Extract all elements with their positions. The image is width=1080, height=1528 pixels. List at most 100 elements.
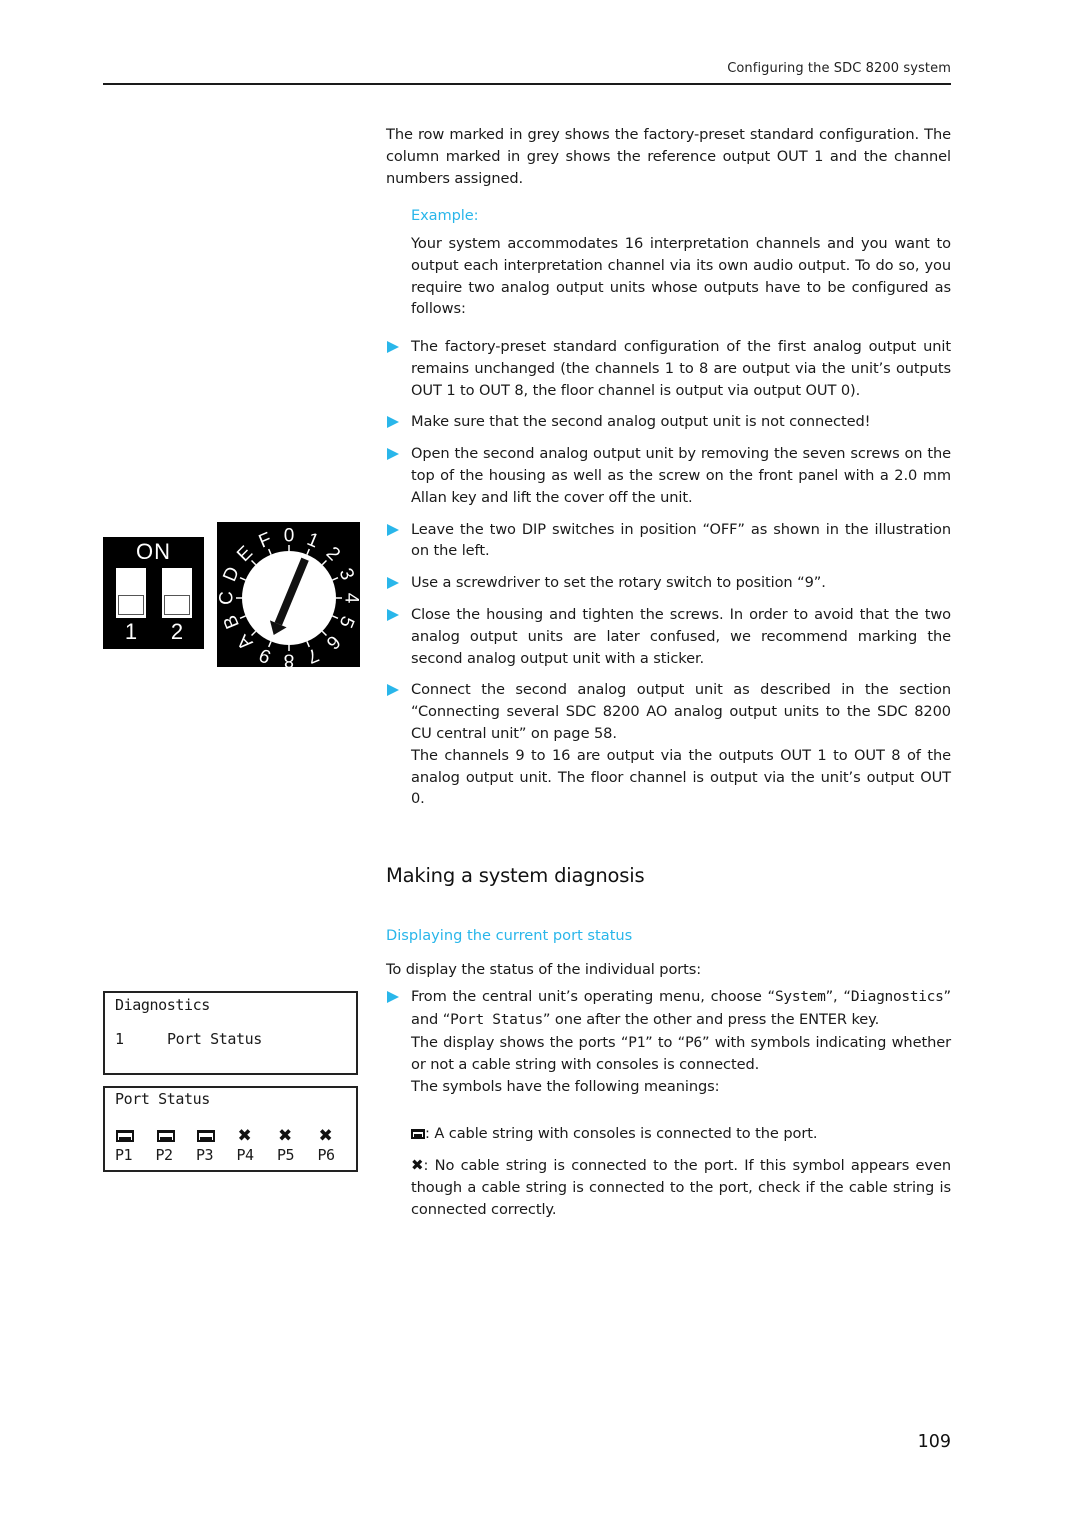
- dip-switch-1: [116, 568, 146, 618]
- dip-switch-1-label: 1: [124, 619, 138, 644]
- rotary-position-label: F: [256, 529, 275, 553]
- example-paragraph: Your system accommodates 16 interpretati…: [411, 235, 951, 318]
- rotary-switch-illustration: 0123456789ABCDEF: [217, 522, 362, 671]
- port-symbol: [116, 1126, 134, 1145]
- example-label: Example:: [411, 207, 479, 224]
- rotary-position-label: B: [220, 612, 244, 632]
- connected-icon: [197, 1130, 215, 1142]
- step-text: Connect the second analog output unit as…: [411, 681, 951, 742]
- menu-diagnostics: Diagnostics: [850, 989, 944, 1005]
- port-status-cell: P3: [196, 1124, 226, 1168]
- step-list: The factory-preset standard configuratio…: [386, 336, 951, 810]
- dip-switch-2-label: 2: [170, 619, 184, 644]
- port-label: P4: [236, 1146, 255, 1164]
- not-connected-icon: ✖: [237, 1126, 252, 1146]
- port-status-row: P1 P2 P3 ✖ P4 ✖ P5 ✖ P6: [115, 1124, 355, 1168]
- not-connected-icon: ✖: [278, 1126, 293, 1146]
- port-symbol: ✖: [319, 1126, 333, 1145]
- legend-connected: : A cable string with consoles is connec…: [386, 1123, 951, 1145]
- rotary-position-label: 4: [341, 593, 361, 604]
- rotary-position-label: 7: [304, 644, 322, 667]
- page-number: 109: [917, 1432, 951, 1452]
- legend-text: : No cable string is connected to the po…: [411, 1157, 951, 1218]
- lcd-port-status-title: Port Status: [115, 1090, 210, 1108]
- port-label: P6: [317, 1146, 336, 1164]
- step-text: The display shows the ports “: [411, 1033, 629, 1051]
- step-text: The factory-preset standard configuratio…: [411, 338, 951, 399]
- step-text: ” to “: [645, 1033, 686, 1051]
- intro-paragraph: The row marked in grey shows the factory…: [386, 126, 951, 187]
- step-item: Make sure that the second analog output …: [386, 411, 951, 433]
- lcd-diagnostics-title: Diagnostics: [115, 996, 210, 1014]
- port-status-cell: ✖ P5: [277, 1124, 307, 1168]
- step-text: Leave the two DIP switches in position “…: [411, 520, 951, 560]
- step-item: Use a screwdriver to set the rotary swit…: [386, 572, 951, 594]
- step-item: Open the second analog output unit by re…: [386, 443, 951, 508]
- legend-text: : A cable string with consoles is connec…: [425, 1125, 818, 1142]
- rotary-position-label: 1: [304, 529, 322, 552]
- diagnosis-step: From the central unit’s operating menu, …: [386, 986, 951, 1098]
- dip-switch-2: [162, 568, 192, 618]
- connected-icon: [116, 1130, 134, 1142]
- step-item: Leave the two DIP switches in position “…: [386, 519, 951, 563]
- port-label: P1: [115, 1146, 133, 1164]
- step-text: ”, “: [825, 988, 851, 1005]
- step-text: Open the second analog output unit by re…: [411, 445, 951, 506]
- dip-switch-1-knob: [118, 595, 144, 615]
- connected-icon: [411, 1129, 425, 1139]
- step-text: Use a screwdriver to set the rotary swit…: [411, 574, 826, 592]
- step-item: Connect the second analog output unit as…: [386, 679, 951, 810]
- step-item: The factory-preset standard configuratio…: [386, 336, 951, 401]
- dip-on-label: ON: [136, 539, 171, 564]
- lcd-item-label: Port Status: [167, 1030, 262, 1048]
- step-text: Make sure that the second analog output …: [411, 413, 871, 431]
- connected-icon: [156, 1130, 175, 1142]
- bullet-arrow-icon: [387, 608, 399, 621]
- step-item: Close the housing and tighten the screws…: [386, 604, 951, 669]
- rotary-position-label: 9: [256, 644, 274, 667]
- port-symbol: [197, 1126, 215, 1145]
- section-title: Making a system diagnosis: [386, 864, 645, 887]
- header-rule: [103, 83, 951, 85]
- rotary-position-label: 0: [284, 526, 295, 547]
- port-label: P2: [155, 1146, 174, 1164]
- bullet-arrow-icon: [387, 416, 399, 429]
- port-status-cell: ✖ P4: [237, 1124, 267, 1168]
- legend-not-connected: ✖: No cable string is connected to the p…: [386, 1155, 951, 1220]
- bullet-arrow-icon: [387, 448, 399, 461]
- lcd-diagnostics-screen: Diagnostics 1 Port Status: [103, 991, 358, 1075]
- step-text: From the central unit’s operating menu, …: [411, 988, 775, 1005]
- step-text: Close the housing and tighten the screws…: [411, 605, 951, 667]
- rotary-position-label: 8: [284, 650, 295, 668]
- step-item: From the central unit’s operating menu, …: [386, 986, 951, 1098]
- bullet-arrow-icon: [387, 577, 399, 590]
- rotary-position-label: 3: [335, 565, 358, 583]
- dip-switch-illustration: ON 1 2: [103, 537, 204, 649]
- step-text: ” one after the other and press the ENTE…: [542, 1010, 880, 1028]
- running-header: Configuring the SDC 8200 system: [727, 61, 951, 76]
- section-lead: To display the status of the individual …: [386, 961, 702, 978]
- port-status-cell: ✖ P6: [318, 1124, 348, 1168]
- bullet-arrow-icon: [387, 991, 399, 1003]
- port-p1-ref: P1: [628, 1034, 646, 1051]
- not-connected-icon: ✖: [318, 1126, 333, 1146]
- lcd-item-number: 1: [115, 1030, 124, 1048]
- menu-port-status: Port Status: [450, 1011, 543, 1028]
- menu-system: System: [774, 989, 826, 1005]
- rotary-position-label: 5: [335, 613, 358, 631]
- step-followup-text: The channels 9 to 16 are output via the …: [411, 746, 951, 808]
- port-symbol: [156, 1126, 175, 1145]
- port-p6-ref: P6: [685, 1034, 702, 1051]
- port-status-cell: P2: [156, 1124, 186, 1168]
- port-status-cell: P1: [115, 1124, 145, 1168]
- port-symbol: ✖: [278, 1126, 292, 1145]
- port-label: P5: [277, 1146, 295, 1164]
- bullet-arrow-icon: [387, 341, 399, 353]
- rotary-switch-graphic: 0 123456789ABCDEF: [217, 526, 362, 671]
- rotary-position-label: C: [217, 591, 238, 605]
- rotary-position-label: D: [219, 564, 244, 585]
- bullet-arrow-icon: [387, 684, 399, 697]
- step-text: The symbols have the following meanings:: [411, 1078, 720, 1096]
- section-subtitle: Displaying the current port status: [386, 927, 633, 944]
- lcd-port-status-screen: Port Status P1 P2 P3 ✖ P4 ✖ P5 ✖ P6: [103, 1086, 358, 1172]
